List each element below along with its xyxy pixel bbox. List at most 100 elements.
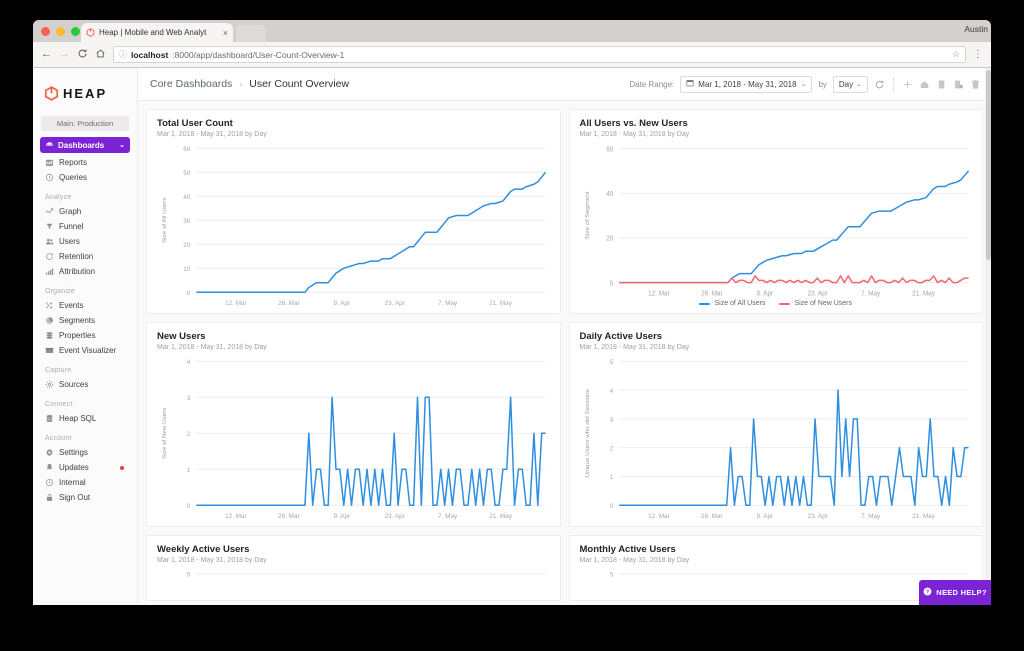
reload-icon[interactable] <box>77 48 88 62</box>
legend-label: Size of New Users <box>794 300 853 307</box>
events-icon <box>45 301 54 310</box>
svg-text:3: 3 <box>187 395 191 402</box>
chart-subtitle: Mar 1, 2018 - May 31, 2018 by Day <box>579 131 690 138</box>
sidebar-item-internal-label: Internal <box>59 478 86 487</box>
minimize-window-button[interactable] <box>56 27 65 36</box>
sidebar-group-account: Account <box>45 435 72 442</box>
sidebar-item-attribution[interactable]: Attribution <box>33 264 137 279</box>
chart-plot-area[interactable]: 5 <box>580 568 973 601</box>
sidebar-item-funnel[interactable]: Funnel <box>33 219 137 234</box>
sidebar-item-events[interactable]: Events <box>33 298 137 313</box>
sidebar-item-heap-sql-label: Heap SQL <box>59 414 97 423</box>
environment-label: Main: Production <box>56 119 114 128</box>
duplicate-icon[interactable] <box>936 79 947 90</box>
page-scrollbar[interactable] <box>985 68 991 605</box>
sidebar-item-sign-out-label: Sign Out <box>59 493 91 502</box>
svg-text:26. Mar: 26. Mar <box>278 513 300 520</box>
sidebar-item-heap-sql[interactable]: Heap SQL <box>33 411 137 426</box>
sidebar-item-reports[interactable]: Reports <box>33 155 137 170</box>
home-icon[interactable] <box>919 79 930 90</box>
svg-text:9. Apr: 9. Apr <box>756 290 773 297</box>
maximize-window-button[interactable] <box>71 27 80 36</box>
svg-text:20: 20 <box>183 242 190 249</box>
sidebar-item-retention[interactable]: Retention <box>33 249 137 264</box>
bookmark-star-icon[interactable]: ☆ <box>952 49 960 60</box>
chart-title: Weekly Active Users <box>157 544 250 555</box>
copy-to-icon[interactable] <box>953 79 964 90</box>
tab-close-icon[interactable]: × <box>223 28 228 38</box>
scrollbar-thumb[interactable] <box>985 70 991 260</box>
sidebar-group-capture: Capture <box>45 367 72 374</box>
chart-plot-area[interactable]: 5 <box>157 568 550 601</box>
chart-subtitle: Mar 1, 2018 - May 31, 2018 by Day <box>157 557 267 564</box>
address-bar[interactable]: ⓘ localhost :8000/app/dashboard/User-Cou… <box>113 46 966 63</box>
home-icon[interactable] <box>95 48 106 62</box>
sidebar-group-analyze: Analyze <box>45 194 72 201</box>
heap-favicon-icon <box>86 28 95 37</box>
svg-text:20: 20 <box>606 235 613 242</box>
sidebar-item-queries[interactable]: Queries <box>33 170 137 185</box>
sidebar-item-reports-label: Reports <box>59 158 88 167</box>
trash-icon[interactable] <box>970 79 981 90</box>
date-range-picker[interactable]: Mar 1, 2018 - May 31, 2018 ⌄ <box>680 75 813 93</box>
sidebar-item-segments[interactable]: Segments <box>33 313 137 328</box>
svg-text:12. Mar: 12. Mar <box>648 513 670 520</box>
sidebar-item-updates[interactable]: Updates <box>33 460 137 475</box>
add-icon[interactable] <box>902 79 913 90</box>
chart-plot-area[interactable]: 0 10 20 30 40 50 60 Size of All Users 12. Mar 26.… <box>157 142 550 309</box>
url-path: :8000/app/dashboard/User-Count-Overview-… <box>172 49 345 60</box>
sidebar-item-properties[interactable]: Properties <box>33 328 137 343</box>
granularity-select[interactable]: Day ⌄ <box>832 75 868 93</box>
svg-text:0: 0 <box>609 503 613 510</box>
chart-plot-area[interactable]: 0 1 2 3 4 5 Unique Users who did Sessions 12. M… <box>580 355 973 522</box>
svg-text:60: 60 <box>606 146 613 153</box>
chart-card-new-users: New Users Mar 1, 2018 - May 31, 2018 by … <box>146 322 561 527</box>
breadcrumb-parent[interactable]: Core Dashboards <box>150 78 232 90</box>
sidebar-item-sources-label: Sources <box>59 380 89 389</box>
url-host: localhost <box>131 49 169 60</box>
heap-logo[interactable]: HEAP <box>33 80 137 106</box>
sidebar-item-settings[interactable]: Settings <box>33 445 137 460</box>
chart-title: Total User Count <box>157 118 233 129</box>
sidebar-item-sign-out[interactable]: Sign Out <box>33 490 137 505</box>
svg-text:0: 0 <box>609 280 613 287</box>
sidebar-item-dashboards-label: Dashboards <box>58 140 105 150</box>
sidebar-item-properties-label: Properties <box>59 331 96 340</box>
svg-text:21. May: 21. May <box>912 290 935 297</box>
chart-plot-area[interactable]: 0 1 2 3 4 Size of New Users 12. Mar 26. Mar 9. A… <box>157 355 550 522</box>
need-help-button[interactable]: ? NEED HELP? <box>919 580 991 605</box>
back-icon[interactable]: ← <box>41 49 52 60</box>
legend-item[interactable]: Size of New Users <box>779 300 852 307</box>
environment-selector[interactable]: Main: Production <box>41 116 129 131</box>
forward-icon[interactable]: → <box>59 49 70 60</box>
chart-plot-area[interactable]: 0 20 40 60 Size of Segment 12. Mar 26. Mar 9. A… <box>580 142 973 300</box>
sidebar-item-dashboards[interactable]: Dashboards ⌄ <box>40 137 130 153</box>
database-icon <box>45 414 54 423</box>
svg-text:12. Mar: 12. Mar <box>225 300 247 307</box>
legend-swatch-new-users <box>779 302 791 305</box>
browser-menu-icon[interactable]: ⋮ <box>973 50 983 60</box>
refresh-icon[interactable] <box>874 79 885 90</box>
sidebar-item-users[interactable]: Users <box>33 234 137 249</box>
legend-item[interactable]: Size of All Users <box>699 300 765 307</box>
user-name-label: Austin <box>964 24 988 34</box>
svg-text:5: 5 <box>609 359 613 366</box>
chevron-down-icon[interactable]: ⌄ <box>119 141 125 149</box>
sidebar-item-graph[interactable]: Graph <box>33 204 137 219</box>
legend-label: Size of All Users <box>714 300 766 307</box>
svg-text:23. Apr: 23. Apr <box>807 290 828 297</box>
toolbar-controls: Date Range: Mar 1, 2018 - May 31, 2018 ⌄… <box>629 75 981 93</box>
browser-tab[interactable]: Heap | Mobile and Web Analyt × <box>81 23 233 42</box>
site-info-icon[interactable]: ⓘ <box>119 49 127 60</box>
sidebar-group-organize: Organize <box>45 288 76 295</box>
sidebar-item-sources[interactable]: Sources <box>33 377 137 392</box>
sidebar-item-event-visualizer[interactable]: Event Visualizer <box>33 343 137 358</box>
svg-text:60: 60 <box>183 146 190 153</box>
sidebar-item-event-visualizer-label: Event Visualizer <box>59 346 117 355</box>
svg-text:26. Mar: 26. Mar <box>701 513 723 520</box>
close-window-button[interactable] <box>41 27 50 36</box>
new-tab-button[interactable] <box>236 25 266 42</box>
sidebar-item-internal[interactable]: Internal <box>33 475 137 490</box>
chart-title: Daily Active Users <box>579 331 663 342</box>
chart-title: New Users <box>157 331 206 342</box>
